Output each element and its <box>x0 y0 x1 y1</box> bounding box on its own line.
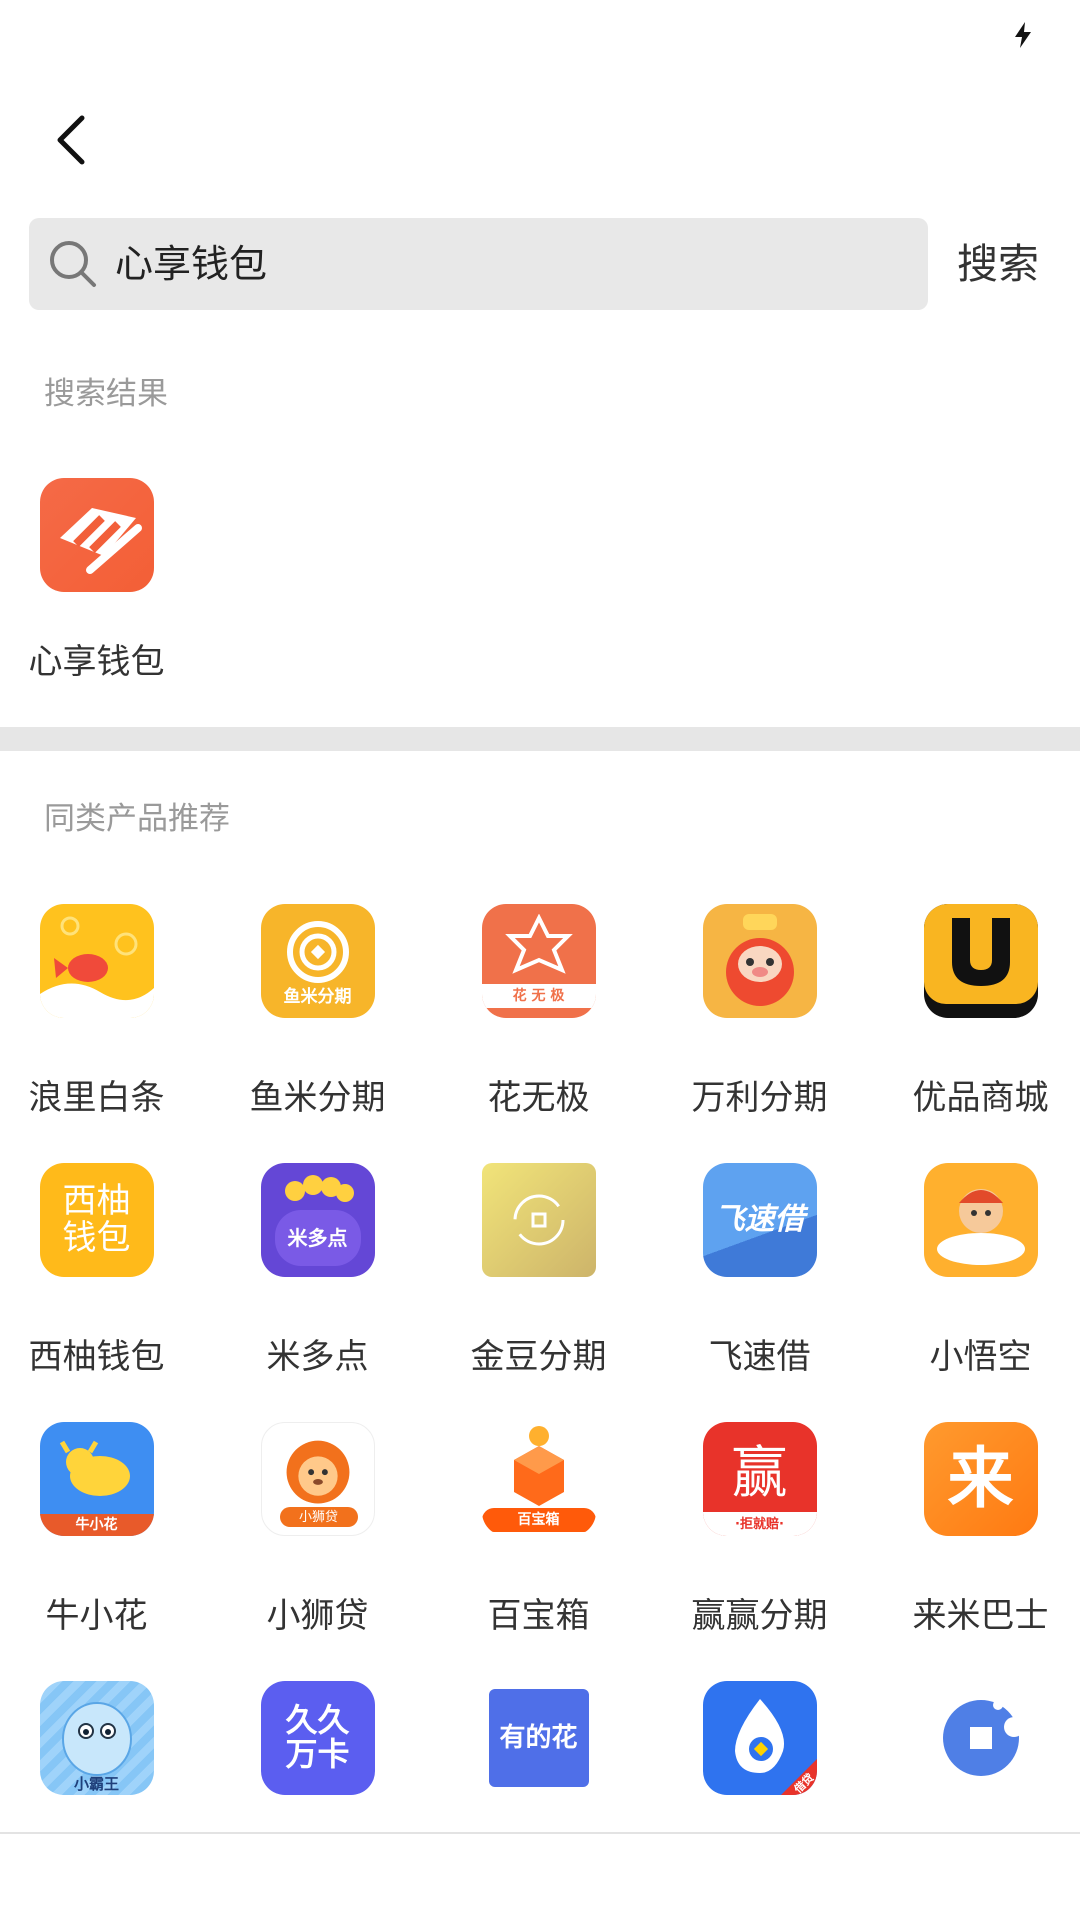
app-name: 牛小花 <box>45 1596 148 1636</box>
app-name: 花无极 <box>487 1078 590 1118</box>
jiujiu-wanka-icon: 久久 万卡 <box>260 1681 375 1795</box>
app-tile[interactable]: 百宝箱 百宝箱 <box>428 1422 649 1637</box>
search-input[interactable]: 心享钱包 <box>29 218 928 310</box>
app-name: 小悟空 <box>929 1337 1032 1377</box>
app-tile[interactable]: 金豆分期 <box>428 1163 649 1378</box>
app-tile[interactable]: 赢 ·拒就赔· 赢赢分期 <box>649 1422 870 1637</box>
section-divider <box>0 727 1080 751</box>
bottom-divider <box>0 1832 1080 1834</box>
xiaobawang-icon: 小霸王 <box>39 1681 154 1795</box>
app-name: 鱼米分期 <box>249 1078 386 1118</box>
xiaoshidai-icon: 小狮贷 <box>260 1422 375 1536</box>
app-tile[interactable]: 借贷 <box>649 1681 870 1795</box>
app-name: 小狮贷 <box>266 1596 369 1636</box>
app-name: 西柚钱包 <box>28 1337 165 1377</box>
status-bar <box>0 0 1080 70</box>
youdehua-icon: 有的花 <box>481 1681 596 1795</box>
niuxiaohua-icon: 牛小花 <box>39 1422 154 1536</box>
youpin-mall-icon <box>923 904 1038 1018</box>
app-tile[interactable]: 来 来米巴士 <box>870 1422 1080 1637</box>
langli-baitiao-icon <box>39 904 154 1018</box>
back-button[interactable] <box>40 100 100 180</box>
search-bar: 心享钱包 搜索 <box>29 218 1051 310</box>
app-tile[interactable]: 优品商城 <box>870 904 1080 1119</box>
app-tile[interactable]: 小狮贷 小狮贷 <box>207 1422 428 1637</box>
baibaoxiang-icon: 百宝箱 <box>481 1422 596 1536</box>
app-name: 浪里白条 <box>28 1078 165 1118</box>
recommend-title: 同类产品推荐 <box>44 801 230 837</box>
jiedai-icon: 借贷 <box>702 1681 817 1795</box>
search-button[interactable]: 搜索 <box>957 218 1039 310</box>
app-tile[interactable]: 小悟空 <box>870 1163 1080 1378</box>
result-app-tile[interactable]: 心享钱包 <box>0 478 207 683</box>
wanli-fenqi-icon <box>702 904 817 1018</box>
app-tile[interactable]: 浪里白条 <box>0 904 207 1119</box>
result-app-name: 心享钱包 <box>28 642 165 682</box>
app-name: 百宝箱 <box>487 1596 590 1636</box>
app-name: 金豆分期 <box>470 1337 607 1377</box>
xiyou-wallet-icon: 西柚 钱包 <box>39 1163 154 1277</box>
app-name: 万利分期 <box>691 1078 828 1118</box>
app-tile[interactable]: 万利分期 <box>649 904 870 1119</box>
jindou-fenqi-icon <box>481 1163 596 1277</box>
app-name: 赢赢分期 <box>691 1596 828 1636</box>
blue-cookie-icon <box>923 1681 1038 1795</box>
app-name: 飞速借 <box>708 1337 811 1377</box>
app-tile[interactable]: 久久 万卡 <box>207 1681 428 1795</box>
app-tile[interactable]: 牛小花 牛小花 <box>0 1422 207 1637</box>
app-tile[interactable]: 米多点 米多点 <box>207 1163 428 1378</box>
app-name: 优品商城 <box>912 1078 1049 1118</box>
app-name: 来米巴士 <box>912 1596 1049 1636</box>
app-tile[interactable]: 飞速借 飞速借 <box>649 1163 870 1378</box>
miduodian-icon: 米多点 <box>260 1163 375 1277</box>
feisujie-icon: 飞速借 <box>702 1163 817 1277</box>
search-results-title: 搜索结果 <box>44 376 168 412</box>
xinxiang-wallet-icon <box>39 478 154 592</box>
app-tile[interactable]: 小霸王 <box>0 1681 207 1795</box>
hua-wuji-icon: 花 无 极 <box>481 904 596 1018</box>
app-name: 米多点 <box>266 1337 369 1377</box>
yumi-fenqi-icon: 鱼米分期 <box>260 904 375 1018</box>
app-tile[interactable]: 有的花 <box>428 1681 649 1795</box>
app-tile[interactable]: 花 无 极 花无极 <box>428 904 649 1119</box>
charging-icon <box>1015 22 1031 48</box>
app-tile[interactable]: 鱼米分期 鱼米分期 <box>207 904 428 1119</box>
app-tile[interactable] <box>870 1681 1080 1795</box>
search-icon <box>50 241 96 287</box>
laimi-bashi-icon: 来 <box>923 1422 1038 1536</box>
app-tile[interactable]: 西柚 钱包 西柚钱包 <box>0 1163 207 1378</box>
yingying-fenqi-icon: 赢 ·拒就赔· <box>702 1422 817 1536</box>
chevron-left-icon <box>57 115 85 165</box>
xiaowukong-icon <box>923 1163 1038 1277</box>
search-query: 心享钱包 <box>115 242 268 286</box>
